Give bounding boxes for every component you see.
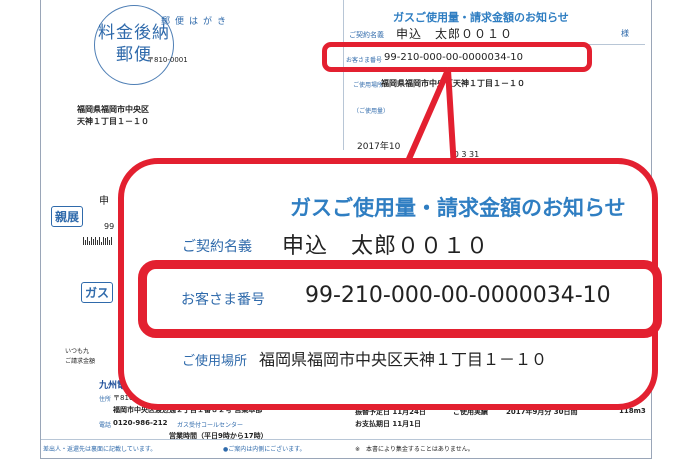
year-text: 2017年10 (357, 142, 401, 152)
itsumo-text: いつも九 (65, 348, 90, 355)
gas-tag: ガス (81, 282, 114, 303)
place-label: ご使用場所 (353, 82, 384, 89)
zoom-customer-label: お客さま番号 (181, 292, 265, 308)
address-line1: 福岡県福岡市中央区 (77, 105, 149, 114)
company-phone: 0120-986-212 (113, 419, 168, 427)
zoom-customer-highlight: お客さま番号 99-210-000-00-0000034-10 (138, 260, 662, 338)
name-value: 申込 太郎００１０ (396, 27, 514, 41)
jusho-label: 住所 (99, 396, 112, 403)
panel-divider (343, 0, 344, 150)
postcard-header: 郵便はがき (161, 17, 232, 27)
seikyu-partial: ご請求金額 (65, 358, 96, 365)
payment-due: お支払期日 11月1日 (355, 420, 422, 428)
left-partial-1: 申 (99, 196, 109, 207)
notice-title: ガスご使用量・請求金額のお知らせ (393, 11, 569, 24)
address-line2: 天神１丁目１－１０ (77, 117, 149, 126)
meisai-tag: 親展 (51, 206, 84, 227)
bottom-rule (41, 439, 651, 440)
inner-note: ●ご案内は内側にございます。 (223, 446, 306, 453)
usage-period-label: （ご使用量） (353, 108, 390, 115)
left-partial-2: 99 (104, 222, 115, 231)
customer-number-highlight (322, 42, 592, 72)
zoom-customer-value: 99-210-000-00-0000034-10 (305, 283, 611, 308)
denwa-label: 電話 (99, 422, 112, 429)
postal-code: 〒810-0001 (147, 56, 188, 64)
storage-note: ※ 本書により集金することはありません。 (355, 446, 474, 453)
zoom-name-label: ご契約名義 (182, 239, 252, 255)
zoom-title: ガスご使用量・請求金額のお知らせ (290, 196, 626, 220)
name-label: ご契約名義 (349, 31, 384, 39)
barcode (83, 237, 112, 245)
sender-note: 差出人・返還先は裏面に記載しています。 (43, 446, 157, 453)
zoom-name-value: 申込 太郎００１０ (282, 234, 490, 259)
sama: 様 (621, 29, 629, 38)
place-value: 福岡県福岡市中央区天神１丁目１－１０ (381, 79, 525, 88)
call-center: ガス受付コールセンター (177, 422, 244, 429)
zoom-place-label: ご使用場所 (182, 354, 248, 369)
zoom-place-value: 福岡県福岡市中央区天神１丁目１－１０ (259, 350, 548, 369)
